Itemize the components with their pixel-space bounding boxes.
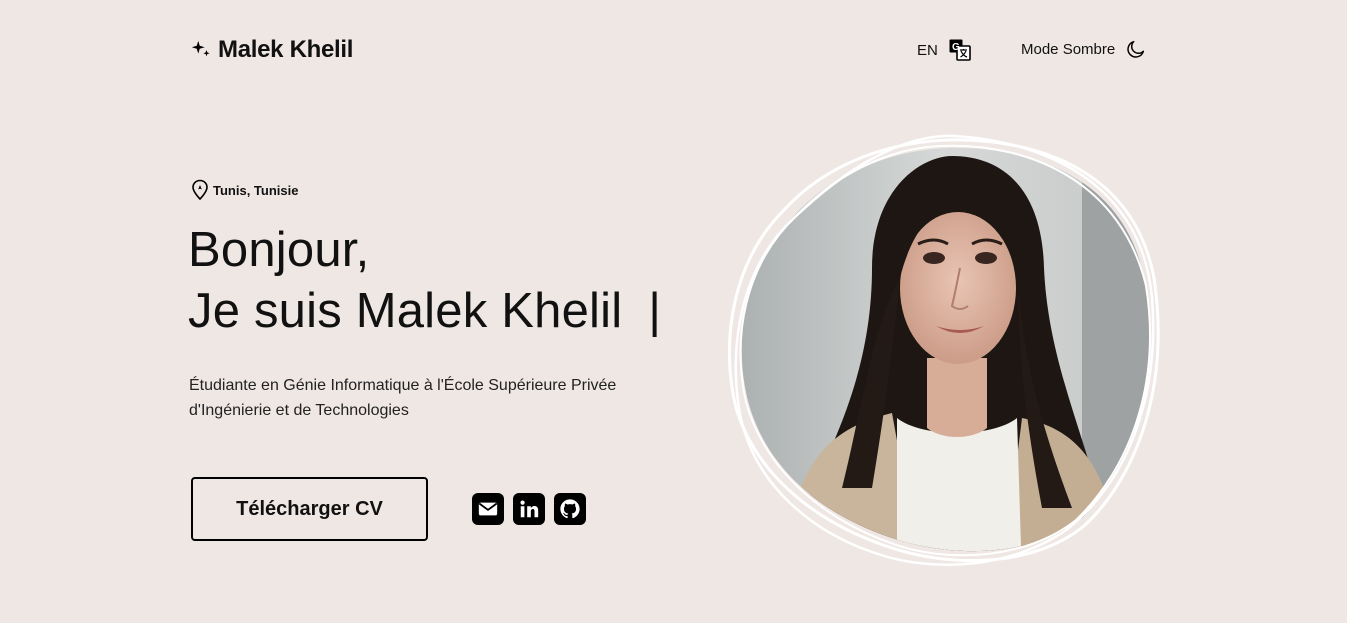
github-icon [560,499,580,519]
greeting-heading: Bonjour, Je suis Malek Khelil | [188,220,661,342]
sparkle-icon [191,40,210,57]
github-link[interactable] [554,493,586,525]
mail-icon [478,502,498,516]
language-toggle[interactable]: EN G [917,38,972,62]
language-label: EN [917,41,938,59]
translate-icon: G [949,39,971,61]
linkedin-link[interactable] [513,493,545,525]
moon-icon [1127,40,1145,58]
email-link[interactable] [472,493,504,525]
download-cv-button[interactable]: Télécharger CV [191,477,428,541]
logo-text: Malek Khelil [218,36,354,63]
social-links [472,493,586,525]
theme-toggle[interactable]: Mode Sombre [1021,38,1147,60]
typing-cursor: | [648,284,662,338]
location-text: Tunis, Tunisie [213,182,299,198]
svg-text:G: G [952,42,960,53]
theme-label: Mode Sombre [1021,40,1116,58]
greeting-line2: Je suis Malek Khelil [188,284,623,338]
map-pin-icon [192,179,208,201]
logo[interactable]: Malek Khelil [190,36,353,64]
profile-photo [722,128,1164,578]
location: Tunis, Tunisie [191,179,298,201]
greeting-line1: Bonjour, [188,223,370,277]
linkedin-icon [520,500,539,518]
description: Étudiante en Génie Informatique à l'Écol… [189,377,617,419]
